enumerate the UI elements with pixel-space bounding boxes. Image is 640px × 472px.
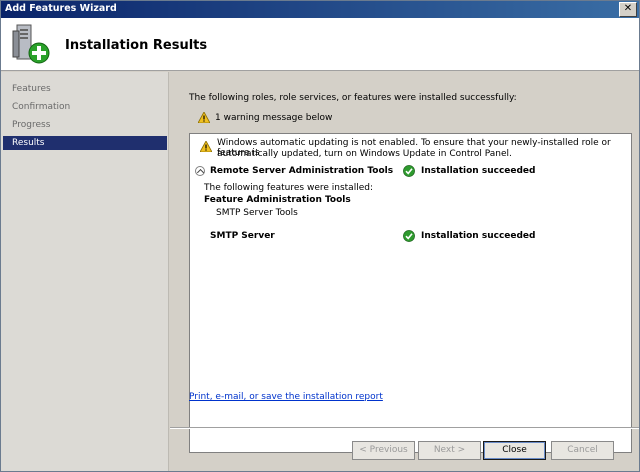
installation-report-link[interactable]: Print, e-mail, or save the installation … xyxy=(189,392,383,402)
server-add-icon xyxy=(12,24,50,64)
step-progress[interactable]: Progress xyxy=(3,118,167,132)
collapse-icon[interactable] xyxy=(195,166,205,176)
success-check-icon xyxy=(403,165,415,177)
details-heading: The following features were installed: xyxy=(204,183,373,193)
feature-sub: SMTP Server Tools xyxy=(216,208,298,218)
item-name: SMTP Server xyxy=(210,231,275,241)
divider xyxy=(170,427,639,429)
title-bar[interactable]: Add Features Wizard ✕ xyxy=(1,1,639,18)
close-window-button[interactable]: ✕ xyxy=(619,2,637,17)
step-features[interactable]: Features xyxy=(3,82,167,96)
warning-summary-text: 1 warning message below xyxy=(215,113,333,123)
feature-group: Feature Administration Tools xyxy=(204,195,351,205)
results-list[interactable]: Windows automatic updating is not enable… xyxy=(189,133,632,453)
item-status: Installation succeeded xyxy=(421,231,536,241)
warning-icon xyxy=(198,112,210,123)
wizard-window: Add Features Wizard ✕ Installation Resul… xyxy=(0,0,640,472)
next-button[interactable]: Next > xyxy=(418,441,481,460)
step-confirmation[interactable]: Confirmation xyxy=(3,100,167,114)
intro-text: The following roles, role services, or f… xyxy=(189,93,517,103)
success-check-icon xyxy=(403,230,415,242)
window-title: Add Features Wizard xyxy=(5,3,117,14)
item-status: Installation succeeded xyxy=(421,166,536,176)
warning-icon xyxy=(200,141,212,152)
item-name: Remote Server Administration Tools xyxy=(210,166,394,176)
wizard-steps: Features Confirmation Progress Results xyxy=(1,72,169,471)
warning-detail-line2: automatically updated, turn on Windows U… xyxy=(217,149,512,159)
wizard-header: Installation Results xyxy=(1,18,639,71)
step-results[interactable]: Results xyxy=(3,136,167,150)
results-panel: The following roles, role services, or f… xyxy=(170,72,639,471)
close-button[interactable]: Close xyxy=(483,441,546,460)
warning-summary: 1 warning message below xyxy=(198,112,332,126)
cancel-button[interactable]: Cancel xyxy=(551,441,614,460)
page-title: Installation Results xyxy=(65,38,208,53)
previous-button[interactable]: < Previous xyxy=(352,441,415,460)
